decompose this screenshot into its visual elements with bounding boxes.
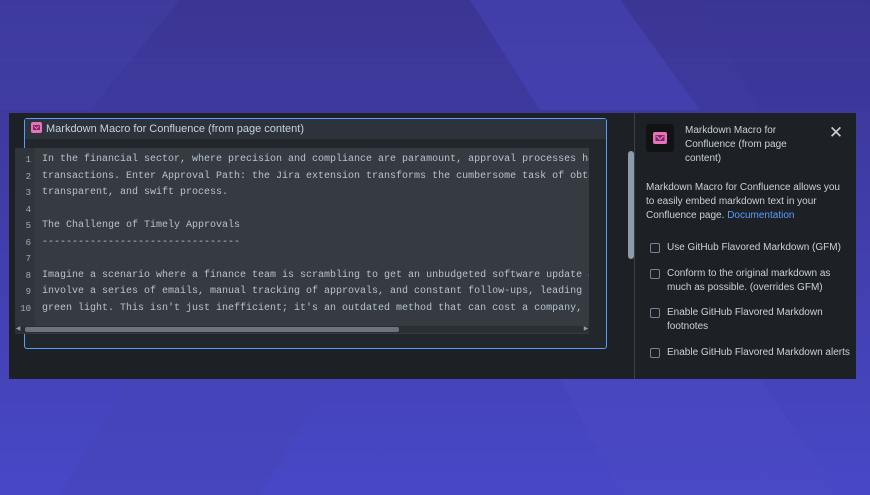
line-number: 9: [25, 287, 31, 297]
footnotes-checkbox[interactable]: [650, 308, 660, 318]
line-number: 3: [25, 188, 31, 198]
code-line: 9 involve a series of emails, manual tra…: [15, 284, 589, 300]
close-icon[interactable]: ✕: [828, 124, 844, 141]
code-line: 7: [15, 251, 589, 267]
panel-description: Markdown Macro for Confluence allows you…: [646, 181, 846, 223]
line-text: green light. This isn't just inefficient…: [42, 303, 589, 314]
option-label: Conform to the original markdown as much…: [667, 268, 831, 293]
horizontal-scrollbar[interactable]: ◀ ▶: [15, 326, 589, 333]
line-number: 2: [25, 172, 31, 182]
gfm-checkbox[interactable]: [650, 243, 660, 253]
option-conform-original[interactable]: Conform to the original markdown as much…: [650, 267, 847, 295]
line-number: 8: [25, 271, 31, 281]
code-line: 5 The Challenge of Timely Approvals: [15, 218, 589, 234]
macro-editor-window: Markdown Macro for Confluence (from page…: [9, 113, 856, 379]
line-text: ---------------------------------: [42, 237, 241, 248]
option-label: Enable GitHub Flavored Markdown footnote…: [667, 307, 823, 332]
panel-divider: [634, 113, 635, 379]
option-label: Enable GitHub Flavored Markdown alerts: [667, 347, 850, 358]
line-text: In the financial sector, where precision…: [42, 154, 589, 165]
line-number: 5: [25, 221, 31, 231]
line-number: 4: [25, 205, 31, 215]
code-line: 8 Imagine a scenario where a finance tea…: [15, 268, 589, 284]
scroll-right-arrow-icon[interactable]: ▶: [583, 326, 589, 333]
macro-title: Markdown Macro for Confluence (from page…: [46, 123, 305, 135]
panel-title: Markdown Macro for Confluence (from page…: [685, 125, 787, 164]
documentation-link[interactable]: Documentation: [727, 210, 794, 221]
markdown-logo-icon: [653, 132, 667, 144]
option-gfm-footnotes[interactable]: Enable GitHub Flavored Markdown footnote…: [650, 306, 847, 334]
option-label: Use GitHub Flavored Markdown (GFM): [667, 242, 841, 253]
macro-header: Markdown Macro for Confluence (from page…: [25, 119, 606, 139]
line-text: Imagine a scenario where a finance team …: [42, 270, 589, 281]
line-number: 10: [20, 304, 31, 314]
scroll-left-arrow-icon[interactable]: ◀: [15, 326, 21, 333]
code-line: 6 ---------------------------------: [15, 235, 589, 251]
option-gfm-alerts[interactable]: Enable GitHub Flavored Markdown alerts: [650, 346, 857, 360]
line-number: 7: [25, 254, 31, 264]
markdown-logo-icon: [31, 120, 42, 138]
option-gfm[interactable]: Use GitHub Flavored Markdown (GFM): [650, 241, 847, 255]
markdown-code-editor[interactable]: 1 In the financial sector, where precisi…: [15, 148, 589, 334]
code-line: 10 green light. This isn't just ineffici…: [15, 301, 589, 317]
code-line: 1 In the financial sector, where precisi…: [15, 152, 589, 168]
code-line: 3 transparent, and swift process.: [15, 185, 589, 201]
line-text: transparent, and swift process.: [42, 187, 229, 198]
line-number: 1: [25, 155, 31, 165]
horizontal-scroll-thumb[interactable]: [25, 327, 399, 332]
line-number: 6: [25, 238, 31, 248]
code-line: 2 transactions. Enter Approval Path: the…: [15, 169, 589, 185]
line-text: The Challenge of Timely Approvals: [42, 220, 241, 231]
alerts-checkbox[interactable]: [650, 348, 660, 358]
conform-checkbox[interactable]: [650, 269, 660, 279]
macro-config-panel: Markdown Macro for Confluence (from page…: [636, 113, 856, 379]
app-logo: [646, 124, 674, 152]
line-text: involve a series of emails, manual track…: [42, 286, 589, 297]
line-text: transactions. Enter Approval Path: the J…: [42, 171, 589, 182]
code-line: 4: [15, 202, 589, 218]
